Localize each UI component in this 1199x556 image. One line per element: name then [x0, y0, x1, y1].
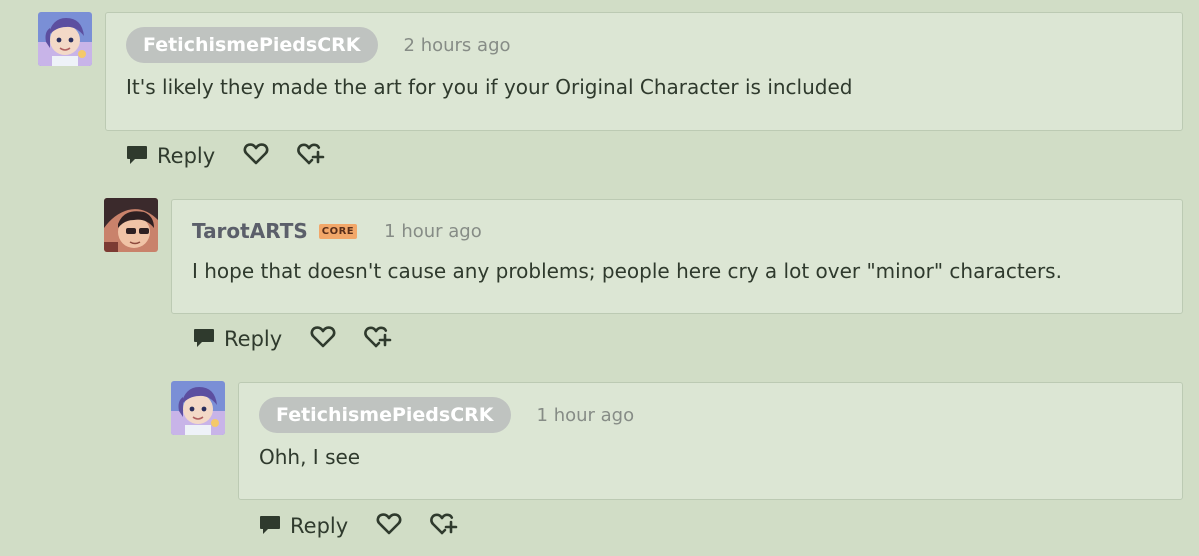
reply-button[interactable]: Reply: [258, 512, 348, 540]
core-badge: CORE: [318, 223, 358, 239]
comment-header: FetichismePiedsCRK 1 hour ago: [259, 397, 634, 433]
speech-bubble-icon: [192, 325, 216, 353]
like-button[interactable]: [310, 325, 336, 353]
like-button[interactable]: [376, 512, 402, 540]
avatar[interactable]: [38, 12, 92, 66]
comment-3: FetichismePiedsCRK 1 hour ago Ohh, I see…: [0, 370, 1199, 556]
comment-card: TarotARTS CORE 1 hour ago I hope that do…: [171, 199, 1183, 314]
heart-icon: [243, 142, 269, 170]
comment-header: TarotARTS CORE 1 hour ago: [192, 213, 482, 249]
comment-card: FetichismePiedsCRK 1 hour ago Ohh, I see: [238, 382, 1183, 500]
username[interactable]: FetichismePiedsCRK: [259, 397, 511, 433]
heart-plus-icon: [430, 512, 458, 540]
heart-plus-icon: [364, 325, 392, 353]
avatar[interactable]: [104, 198, 158, 252]
avatar[interactable]: [171, 381, 225, 435]
comment-text: It's likely they made the art for you if…: [126, 75, 853, 99]
reply-label: Reply: [224, 327, 283, 351]
like-button[interactable]: [243, 142, 269, 170]
avatar-image: [38, 12, 92, 66]
comment-text: I hope that doesn't cause any problems; …: [192, 259, 1062, 283]
reply-button[interactable]: Reply: [125, 142, 215, 170]
speech-bubble-icon: [125, 142, 149, 170]
timestamp: 2 hours ago: [403, 34, 511, 56]
timestamp: 1 hour ago: [536, 404, 635, 426]
username[interactable]: FetichismePiedsCRK: [126, 27, 378, 63]
add-favorite-button[interactable]: [364, 325, 392, 353]
heart-plus-icon: [297, 142, 325, 170]
reply-button[interactable]: Reply: [192, 325, 282, 353]
comment-actions: Reply: [258, 512, 458, 540]
comment-card: FetichismePiedsCRK 2 hours ago It's like…: [105, 12, 1183, 131]
comment-1: FetichismePiedsCRK 2 hours ago It's like…: [0, 0, 1199, 185]
username[interactable]: TarotARTS: [192, 219, 308, 243]
heart-icon: [310, 325, 336, 353]
comment-actions: Reply: [125, 142, 325, 170]
avatar-image: [171, 381, 225, 435]
speech-bubble-icon: [258, 512, 282, 540]
reply-label: Reply: [157, 144, 216, 168]
comment-text: Ohh, I see: [259, 445, 361, 469]
comment-2: TarotARTS CORE 1 hour ago I hope that do…: [0, 185, 1199, 370]
avatar-image: [104, 198, 158, 252]
timestamp: 1 hour ago: [384, 220, 482, 242]
add-favorite-button[interactable]: [297, 142, 325, 170]
add-favorite-button[interactable]: [430, 512, 458, 540]
comment-actions: Reply: [192, 325, 392, 353]
reply-label: Reply: [290, 514, 349, 538]
heart-icon: [376, 512, 402, 540]
comment-header: FetichismePiedsCRK 2 hours ago: [126, 27, 511, 63]
